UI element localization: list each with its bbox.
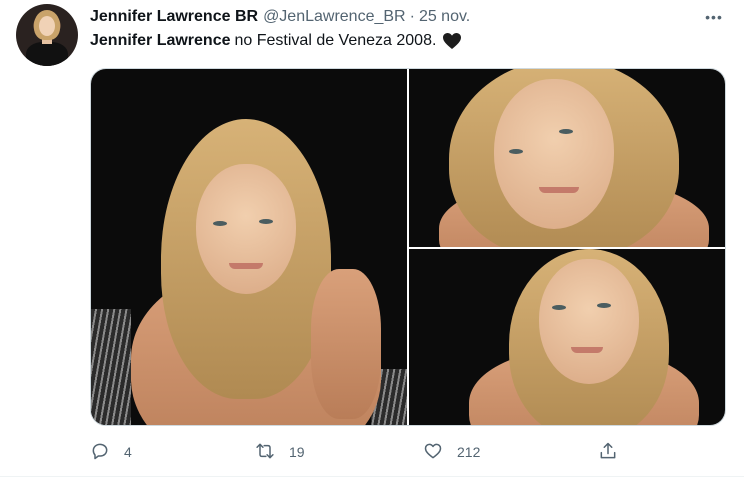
like-count: 212 [457,444,481,460]
tweet-text: Jennifer Lawrence no Festival de Veneza … [90,32,462,50]
photo-bottom-right[interactable] [409,249,725,425]
tweet-date[interactable]: 25 nov. [419,8,470,26]
black-heart-icon [442,32,462,50]
more-options-icon[interactable]: ••• [700,8,728,26]
tweet[interactable]: Jennifer Lawrence BR @JenLawrence_BR · 2… [0,0,744,478]
tweet-divider [0,476,744,477]
author-name[interactable]: Jennifer Lawrence BR [90,8,258,26]
photo-top-right[interactable] [409,69,725,247]
retweet-button[interactable]: 19 [255,438,305,466]
author-handle[interactable]: @JenLawrence_BR [263,8,406,26]
like-button[interactable]: 212 [423,438,480,466]
separator-dot: · [409,8,415,25]
avatar[interactable] [16,4,78,66]
share-icon [598,441,618,464]
retweet-icon [255,441,275,464]
reply-icon [90,441,110,464]
tweet-text-rest: no Festival de Veneza 2008. [234,32,437,49]
reply-count: 4 [124,444,132,460]
media-grid [90,68,726,426]
tweet-actions: 4 19 212 [90,438,726,466]
reply-button[interactable]: 4 [90,438,132,466]
share-button[interactable] [598,438,618,466]
tweet-text-bold: Jennifer Lawrence [90,32,231,49]
heart-icon [423,441,443,464]
retweet-count: 19 [289,444,305,460]
photo-left[interactable] [91,69,407,425]
tweet-header: Jennifer Lawrence BR @JenLawrence_BR · 2… [90,8,470,30]
